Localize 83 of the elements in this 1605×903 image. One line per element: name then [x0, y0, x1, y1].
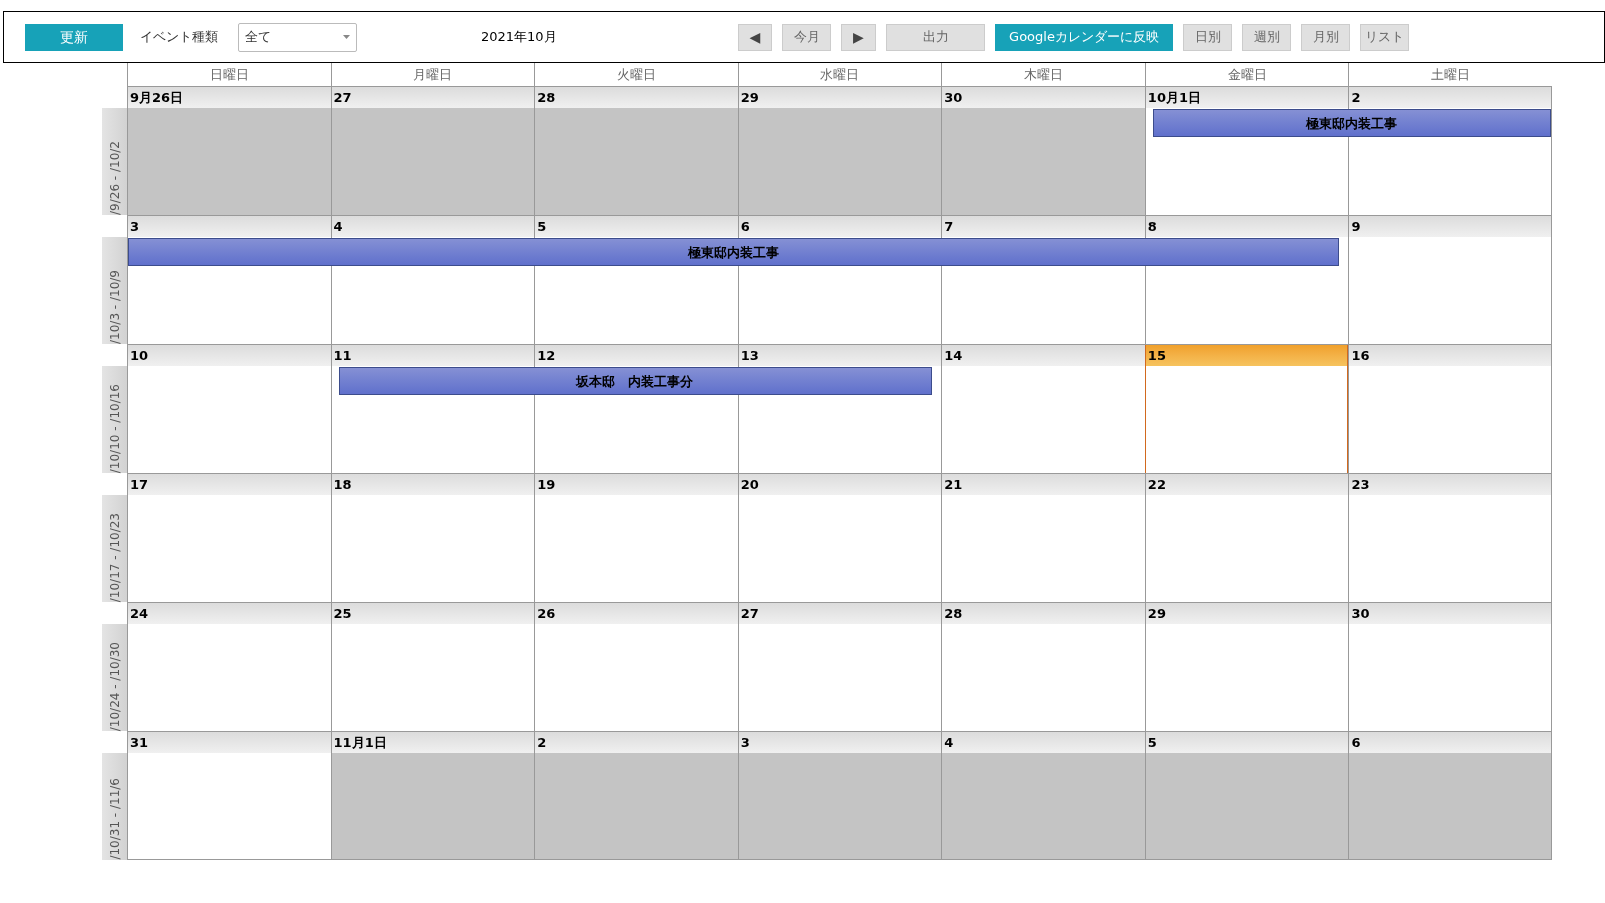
toolbar-button[interactable]: 週別: [1242, 23, 1291, 51]
day-cell[interactable]: [331, 108, 535, 215]
day-number: 29: [738, 87, 942, 108]
toolbar-button[interactable]: 日別: [1183, 23, 1232, 51]
day-number: 29: [1145, 603, 1349, 624]
toolbar-button[interactable]: 今月: [782, 23, 831, 51]
day-number: 18: [331, 474, 535, 495]
weekday-header: 水曜日: [737, 63, 942, 86]
week-range-label: /10/17 - /10/23: [106, 512, 123, 602]
day-number: 4: [331, 216, 535, 237]
day-number: 5: [1145, 732, 1349, 753]
day-number: 30: [1349, 603, 1551, 624]
day-number: 8: [1145, 216, 1349, 237]
day-number: 9月26日: [128, 87, 331, 108]
day-cell[interactable]: [1349, 753, 1551, 859]
day-number: 9: [1349, 216, 1551, 237]
week-range-label: /10/31 - /11/6: [106, 778, 123, 860]
day-number: 16: [1349, 345, 1551, 366]
toolbar-button[interactable]: 月別: [1301, 23, 1350, 51]
day-number: 20: [738, 474, 942, 495]
event-title[interactable]: 極東邸内装工事: [1306, 114, 1398, 134]
week-range-label: /10/24 - /10/30: [106, 641, 123, 731]
day-number: 14: [942, 345, 1145, 366]
day-number: 28: [535, 87, 738, 108]
week-range-label: /10/3 - /10/9: [106, 270, 123, 344]
day-number: 30: [942, 87, 1145, 108]
event-title[interactable]: 坂本邸 内装工事分: [576, 372, 694, 392]
day-number: 3: [738, 732, 942, 753]
day-number: 10月1日: [1145, 87, 1349, 108]
day-cell[interactable]: [942, 108, 1145, 215]
day-number: 26: [535, 603, 738, 624]
day-number: 2: [535, 732, 738, 753]
day-number: 31: [128, 732, 331, 753]
day-number: 21: [942, 474, 1145, 495]
week-range-label: /9/26 - /10/2: [106, 141, 123, 215]
day-cell[interactable]: [1145, 753, 1349, 859]
week-range-label: /10/10 - /10/16: [106, 383, 123, 473]
day-cell[interactable]: [738, 753, 942, 859]
weekday-header: 木曜日: [941, 63, 1145, 86]
day-number: 5: [535, 216, 738, 237]
day-cell[interactable]: [535, 753, 738, 859]
day-number: 2: [1349, 87, 1551, 108]
day-number: 3: [128, 216, 331, 237]
previous-button[interactable]: ◀: [738, 23, 772, 51]
day-number: 6: [1349, 732, 1551, 753]
day-number: 19: [535, 474, 738, 495]
weekday-header: 火曜日: [534, 63, 738, 86]
day-cell[interactable]: [942, 753, 1145, 859]
day-number: 17: [128, 474, 331, 495]
day-number: 4: [942, 732, 1145, 753]
refresh-button[interactable]: 更新: [25, 23, 123, 51]
weekday-header: 日曜日: [127, 63, 331, 86]
day-number: 6: [738, 216, 942, 237]
day-cell[interactable]: [331, 753, 535, 859]
day-number: 11: [331, 345, 535, 366]
weekday-header: 月曜日: [330, 63, 535, 86]
event-title[interactable]: 極東邸内装工事: [688, 243, 780, 263]
day-number: 27: [738, 603, 942, 624]
event-type-select[interactable]: 全て: [238, 22, 357, 52]
day-number: 27: [331, 87, 535, 108]
toolbar-button[interactable]: 出力: [886, 23, 985, 51]
day-number: 13: [738, 345, 942, 366]
event-type-label: イベント種類: [140, 28, 218, 47]
day-cell[interactable]: [738, 108, 942, 215]
day-cell[interactable]: [128, 108, 331, 215]
dropdown-caret-icon: [343, 35, 350, 39]
next-button[interactable]: ▶: [841, 23, 876, 51]
day-cell[interactable]: [535, 108, 738, 215]
day-number: 28: [942, 603, 1145, 624]
toolbar-button[interactable]: リスト: [1360, 23, 1409, 51]
day-number: 25: [331, 603, 535, 624]
weekday-header: 金曜日: [1144, 63, 1349, 86]
toolbar-button[interactable]: Googleカレンダーに反映: [995, 23, 1173, 51]
day-number: 24: [128, 603, 331, 624]
day-number: 7: [942, 216, 1145, 237]
weekday-header: 土曜日: [1348, 63, 1552, 86]
day-number: 12: [535, 345, 738, 366]
day-number: 23: [1349, 474, 1551, 495]
day-number: 22: [1145, 474, 1349, 495]
day-number: 15: [1145, 345, 1348, 366]
day-number: 10: [128, 345, 331, 366]
month-title: 2021年10月: [481, 28, 558, 47]
day-number: 11月1日: [331, 732, 535, 753]
